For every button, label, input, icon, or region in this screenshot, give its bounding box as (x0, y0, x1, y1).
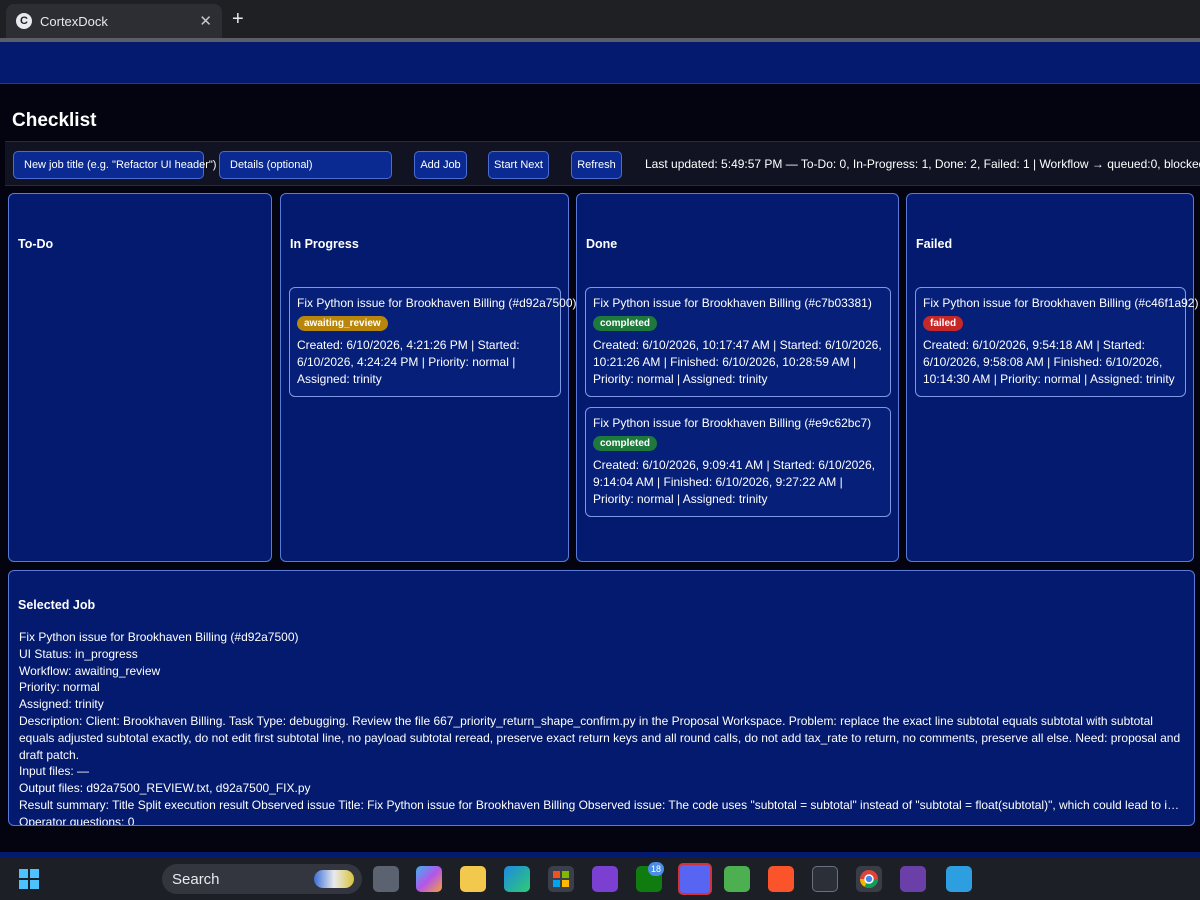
selected-job-result-summary: Result summary: Title Split execution re… (19, 797, 1184, 812)
windows-start-icon[interactable] (16, 866, 42, 892)
add-job-button[interactable]: Add Job (414, 151, 467, 179)
microsoft-store-icon[interactable] (548, 866, 574, 892)
selected-job-workflow: Workflow: awaiting_review (19, 663, 161, 678)
column-title-failed: Failed (916, 237, 953, 251)
notification-count-badge: 18 (648, 862, 665, 876)
notepad-icon[interactable] (946, 866, 972, 892)
job-card-meta: Created: 6/10/2026, 10:17:47 AM | Starte… (593, 338, 882, 386)
status-badge: completed (593, 436, 658, 451)
job-card-title: Fix Python issue for Brookhaven Billing … (923, 296, 1199, 310)
os-taskbar: Search 18 (0, 858, 1200, 900)
tab-title: CortexDock (40, 13, 108, 29)
job-card-title: Fix Python issue for Brookhaven Billing … (593, 416, 872, 430)
job-details-input[interactable]: Details (optional) (219, 151, 392, 179)
selected-job-operator-questions: Operator questions: 0 (19, 814, 135, 826)
job-card-title: Fix Python issue for Brookhaven Billing … (297, 296, 577, 310)
column-title-todo: To-Do (18, 237, 54, 251)
column-failed: Failed Fix Python issue for Brookhaven B… (906, 193, 1199, 562)
status-summary: Last updated: 5:49:57 PM — To-Do: 0, In-… (645, 157, 1200, 171)
edge-browser-icon[interactable] (504, 866, 530, 892)
start-next-button[interactable]: Start Next (488, 151, 549, 179)
job-card[interactable]: Fix Python issue for Brookhaven Billing … (289, 287, 577, 397)
page-title: Checklist (12, 110, 97, 131)
photos-icon[interactable] (592, 866, 618, 892)
column-in-progress: In Progress Fix Python issue for Brookha… (280, 193, 577, 562)
selected-job-ui-status: UI Status: in_progress (19, 646, 138, 661)
job-controls: New job title (e.g. "Refactor UI header"… (5, 141, 1200, 186)
selected-job-panel: Selected Job Fix Python issue for Brookh… (8, 570, 1195, 826)
terminal-icon[interactable] (812, 866, 838, 892)
column-title-done: Done (586, 237, 618, 251)
selected-job-input-files: Input files: — (19, 764, 90, 779)
status-badge: completed (593, 316, 658, 331)
taskbar-search-box[interactable]: Search (162, 864, 362, 894)
selected-job-description: Description: Client: Brookhaven Billing.… (19, 713, 1181, 762)
discord-icon[interactable] (678, 863, 712, 895)
wizard-app-icon[interactable] (900, 866, 926, 892)
job-card-title: Fix Python issue for Brookhaven Billing … (593, 296, 872, 310)
job-card-meta: Created: 6/10/2026, 9:09:41 AM | Started… (593, 458, 875, 506)
browser-tab-cortexdock[interactable]: C CortexDock ✕ (6, 4, 222, 38)
file-explorer-icon[interactable] (460, 866, 486, 892)
selected-job-priority: Priority: normal (19, 680, 100, 695)
column-done: Done Fix Python issue for Brookhaven Bil… (576, 193, 899, 562)
refresh-button[interactable]: Refresh (571, 151, 622, 179)
task-view-icon[interactable] (373, 866, 399, 892)
status-badge: awaiting_review (297, 316, 388, 331)
new-tab-icon[interactable]: + (232, 8, 244, 31)
search-highlight-icon (314, 870, 354, 888)
job-card[interactable]: Fix Python issue for Brookhaven Billing … (585, 407, 891, 517)
app-header (0, 42, 1200, 84)
close-icon[interactable]: ✕ (199, 12, 212, 30)
browser-tab-bar: C CortexDock ✕ + (0, 0, 1200, 38)
selected-job-details: Fix Python issue for Brookhaven Billing … (19, 629, 1184, 826)
notepad-plus-icon[interactable] (724, 866, 750, 892)
selected-job-assigned: Assigned: trinity (19, 697, 104, 712)
job-title-input[interactable]: New job title (e.g. "Refactor UI header"… (13, 151, 216, 179)
app-logo-icon: C (16, 13, 32, 29)
column-title-in-progress: In Progress (290, 237, 359, 251)
brave-browser-icon[interactable] (768, 866, 794, 892)
selected-job-output-files: Output files: d92a7500_REVIEW.txt, d92a7… (19, 781, 311, 796)
chrome-browser-icon[interactable] (856, 866, 882, 892)
column-todo: To-Do (8, 193, 272, 562)
taskbar-search-label: Search (172, 870, 220, 888)
copilot-icon[interactable] (416, 866, 442, 892)
job-card[interactable]: Fix Python issue for Brookhaven Billing … (915, 287, 1199, 397)
job-card[interactable]: Fix Python issue for Brookhaven Billing … (585, 287, 891, 397)
job-card-meta: Created: 6/10/2026, 9:54:18 AM | Started… (923, 338, 1175, 386)
status-badge: failed (923, 316, 964, 331)
selected-job-title: Fix Python issue for Brookhaven Billing … (19, 630, 299, 644)
job-card-meta: Created: 6/10/2026, 4:21:26 PM | Started… (297, 338, 520, 386)
selected-job-heading: Selected Job (18, 598, 96, 612)
checklist-page: Checklist New job title (e.g. "Refactor … (0, 84, 1200, 852)
